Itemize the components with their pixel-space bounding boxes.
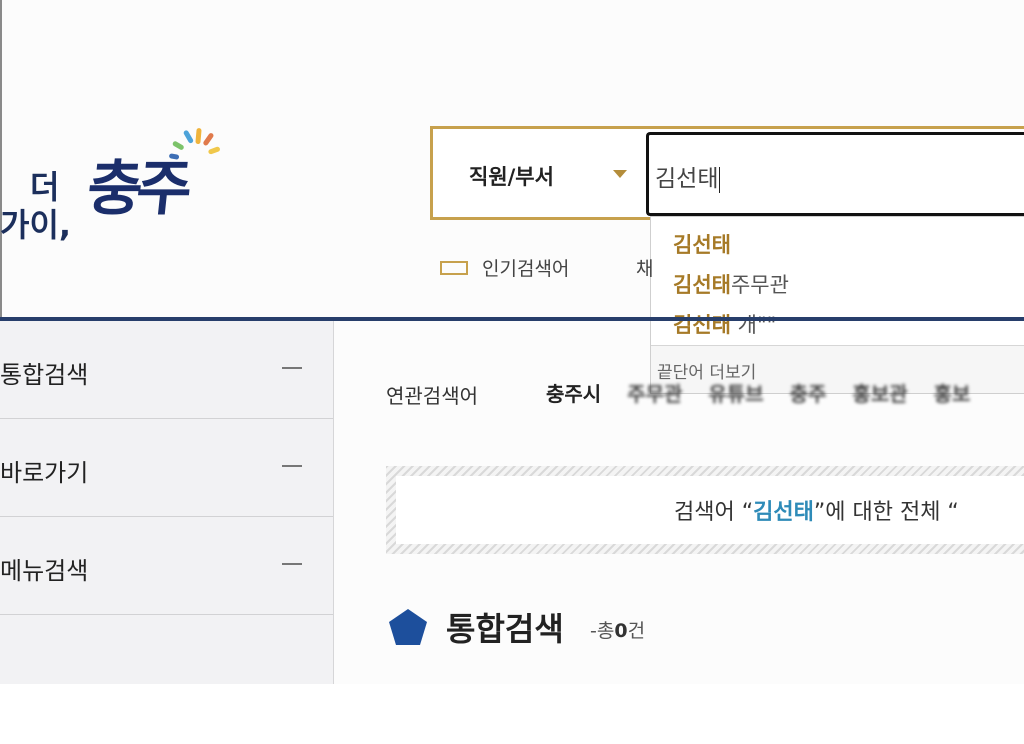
- autocomplete-item[interactable]: 김선태: [673, 229, 731, 259]
- sidebar-item-label: 메뉴검색: [0, 557, 89, 585]
- text-caret: [719, 166, 721, 193]
- sidebar-item-integrated-search[interactable]: 통합검색: [0, 321, 333, 419]
- result-suffix: ”에 대한 전체 “: [813, 500, 959, 525]
- collapse-icon[interactable]: [282, 367, 302, 369]
- sidebar-item-menu-search[interactable]: 메뉴검색: [0, 517, 333, 615]
- search-query-text: 김선태: [655, 166, 719, 192]
- count-number: 0: [614, 620, 628, 642]
- related-keywords-label: 연관검색어: [386, 384, 478, 408]
- result-prefix: 검색어 “: [674, 500, 754, 525]
- autocomplete-rest: 주무관: [730, 273, 789, 297]
- search-result-summary: 검색어 “김선태”에 대한 전체 “: [396, 476, 1024, 544]
- section-count: -총0건: [590, 616, 645, 643]
- related-keyword[interactable]: 홍보관: [852, 382, 907, 406]
- sidebar-item-label: 통합검색: [0, 361, 89, 389]
- related-keyword[interactable]: 주무관: [627, 382, 682, 406]
- chevron-down-icon[interactable]: [613, 170, 627, 178]
- autocomplete-highlight: 김선태: [673, 273, 731, 297]
- keyword-box-icon: [440, 260, 468, 275]
- related-keyword[interactable]: 홍보: [934, 382, 971, 406]
- popular-keywords-label: 인기검색어: [482, 258, 570, 280]
- count-prefix: -총: [590, 620, 615, 642]
- popular-keywords-tab[interactable]: 인기검색어: [440, 254, 569, 281]
- search-input[interactable]: 김선태: [646, 132, 1024, 216]
- collapse-icon[interactable]: [282, 563, 302, 565]
- autocomplete-dropdown: 김선태 김선태주무관 김선태 개"" 끝단어 더보기: [650, 216, 1024, 394]
- autocomplete-highlight: 김선태: [673, 233, 731, 257]
- sunburst-icon: [169, 128, 220, 160]
- search-category-select[interactable]: 직원/부서: [469, 161, 554, 191]
- related-keyword[interactable]: 충주: [790, 382, 827, 406]
- search-result-banner: 검색어 “김선태”에 대한 전체 “: [386, 466, 1024, 554]
- secondary-keywords-tab[interactable]: 채: [636, 254, 653, 281]
- collapse-icon[interactable]: [282, 465, 302, 467]
- related-keyword[interactable]: 유튜브: [708, 382, 763, 406]
- site-logo[interactable]: 더 가이, 충주: [0, 120, 240, 260]
- sidebar: 통합검색 바로가기 메뉴검색: [0, 321, 334, 684]
- logo-text-line2: 가이,: [0, 206, 72, 244]
- related-keywords-list: 충주시 주무관 유튜브 충주 홍보관 홍보: [546, 378, 996, 407]
- page: 더 가이, 충주 직원/부서 김선태 김선태 김선태주무관 김선태 개"" 끝단…: [0, 0, 1024, 684]
- autocomplete-item[interactable]: 김선태주무관: [673, 269, 789, 299]
- autocomplete-item[interactable]: 김선태 개"": [673, 309, 776, 339]
- sidebar-item-label: 바로가기: [0, 459, 89, 487]
- pentagon-icon: [389, 609, 427, 645]
- section-title: 통합검색: [446, 610, 564, 648]
- count-suffix: 건: [627, 620, 646, 642]
- result-query: 김선태: [753, 500, 814, 525]
- related-keyword[interactable]: 충주시: [546, 382, 601, 406]
- sidebar-item-shortcuts[interactable]: 바로가기: [0, 419, 333, 517]
